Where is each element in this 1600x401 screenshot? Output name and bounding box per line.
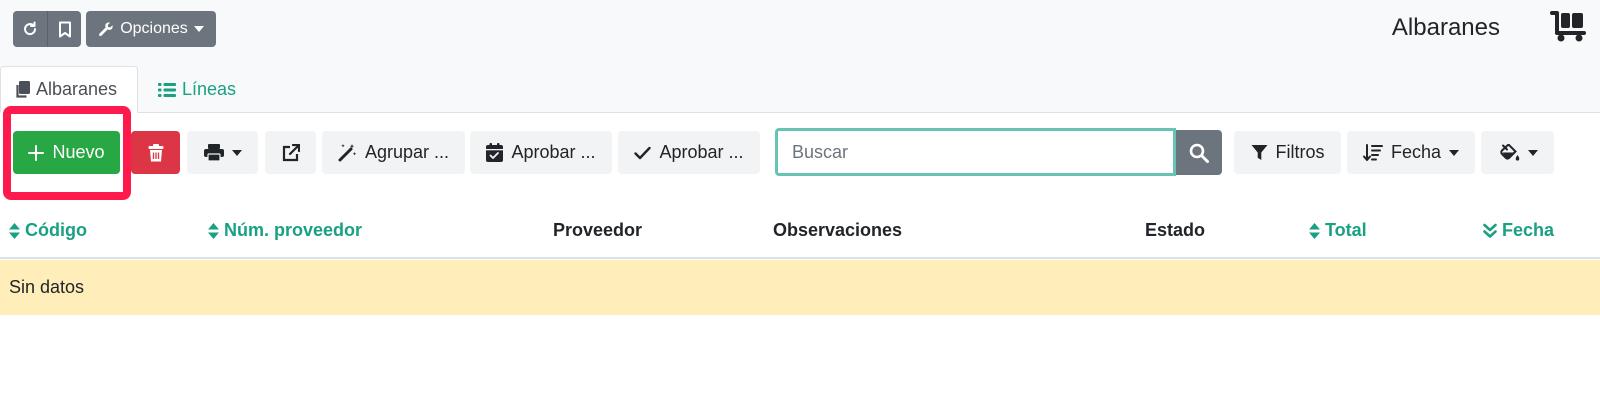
sort-icon [9,222,20,239]
reload-icon [24,21,37,36]
column-header-label: Código [25,220,87,240]
tab-lineas-label: Líneas [182,79,237,99]
color-button[interactable] [1481,131,1554,174]
sort-amount-down-icon [1362,143,1383,161]
fill-drip-icon [1499,143,1519,161]
plus-icon [28,144,45,161]
sort-icon [1309,222,1320,239]
column-header-total[interactable]: Total [1309,220,1367,241]
column-header-fecha[interactable]: Fecha [1483,220,1554,241]
top-button-group [13,11,81,47]
reload-button[interactable] [13,11,47,47]
sort-button[interactable]: Fecha [1347,131,1475,174]
external-link-icon [282,143,300,161]
search-input[interactable] [775,128,1177,176]
bookmark-button[interactable] [47,11,81,47]
dolly-cart-icon [1550,11,1586,42]
page-title: Albaranes [1391,14,1500,41]
filters-button[interactable]: Filtros [1234,131,1341,174]
search-icon [1189,143,1210,163]
column-header-num-proveedor[interactable]: Núm. proveedor [208,220,362,241]
caret-down-icon [193,26,204,32]
sort-label: Fecha [1390,142,1442,162]
bookmark-icon [58,21,71,37]
tab-lineas[interactable]: Líneas [144,66,250,113]
approve-label: Aprobar ... [659,142,744,162]
search-bar [775,128,1222,176]
caret-down-icon [1449,149,1460,156]
export-button[interactable] [265,131,316,174]
new-button[interactable]: Nuevo [13,131,120,174]
column-header-label: Observaciones [773,220,903,240]
column-header-observaciones: Observaciones [773,220,902,241]
top-bar: Opciones Albaranes Albaranes Líneas [0,0,1600,113]
sort-icon [208,222,219,239]
column-header-label: Proveedor [553,220,643,240]
double-chevron-down-icon [1483,223,1497,238]
wrench-icon [99,22,113,37]
column-header-label: Fecha [1502,220,1555,240]
column-header-label: Estado [1145,220,1206,240]
calendar-check-icon [486,143,504,162]
list-icon [158,82,176,97]
options-dropdown-button[interactable]: Opciones [86,11,216,47]
group-button[interactable]: Agrupar ... [322,131,465,174]
options-label: Opciones [120,20,188,37]
caret-down-icon [231,149,242,156]
empty-table-row: Sin datos [0,260,1600,315]
copy-icon [16,80,30,98]
search-button[interactable] [1176,130,1222,175]
approve-date-button[interactable]: Aprobar ... [470,131,612,174]
group-button-label: Agrupar ... [364,142,450,162]
delete-button[interactable] [131,131,180,174]
print-icon [203,143,224,162]
check-icon [634,146,652,159]
empty-table-text: Sin datos [9,277,85,297]
approve-date-label: Aprobar ... [511,142,596,162]
column-header-estado: Estado [1145,220,1205,241]
column-header-proveedor: Proveedor [553,220,642,241]
filters-label: Filtros [1275,142,1325,162]
magic-wand-icon [338,144,357,162]
tab-albaranes[interactable]: Albaranes [0,66,138,113]
filter-icon [1251,145,1267,160]
column-header-label: Total [1325,220,1367,240]
table-header: Código Núm. proveedor Proveedor Observac… [0,201,1600,259]
column-header-codigo[interactable]: Código [9,220,87,241]
trash-icon [148,143,163,161]
print-button[interactable] [187,131,258,174]
caret-down-icon [1527,149,1538,156]
column-header-label: Núm. proveedor [224,220,363,240]
new-button-label: Nuevo [52,142,105,162]
approve-button[interactable]: Aprobar ... [618,131,760,174]
tab-albaranes-label: Albaranes [36,79,118,99]
